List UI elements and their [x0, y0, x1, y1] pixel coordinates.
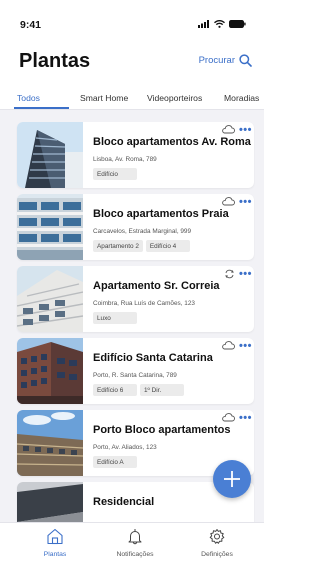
building-thumbnail [17, 410, 83, 476]
building-thumbnail [17, 482, 83, 525]
battery-icon [229, 20, 246, 28]
card-icons: ••• [221, 340, 252, 351]
cloud-icon [222, 413, 235, 422]
plant-card[interactable]: Bloco apartamentos Av. Roma Lisboa, Av. … [17, 122, 254, 188]
page-title: Plantas [19, 50, 91, 72]
card-address: Lisboa, Av. Roma, 789 [93, 156, 157, 163]
search-label: Procurar [198, 55, 235, 66]
more-options-icon[interactable]: ••• [239, 340, 252, 351]
card-title: Bloco apartamentos Av. Roma [93, 136, 251, 148]
plant-card[interactable]: Apartamento Sr. Correia Coimbra, Rua Luí… [17, 266, 254, 332]
search-button[interactable]: Procurar [199, 54, 252, 67]
card-tag: Edifício [93, 168, 137, 180]
gear-icon [209, 529, 225, 544]
tab-videoporteiros[interactable]: Videoporteiros [147, 93, 202, 103]
bottom-navigation: Plantas Notificações Definições [0, 522, 264, 561]
card-tag: Edifício 4 [145, 240, 190, 252]
card-title: Residencial [93, 496, 155, 508]
category-tabs: Todos Smart Home Videoporteiros Moradias [0, 84, 264, 110]
more-options-icon[interactable]: ••• [239, 412, 252, 423]
card-address: Carcavelos, Estrada Marginal, 999 [93, 228, 192, 235]
cloud-icon [222, 197, 235, 206]
card-tag: Edifício A [93, 456, 137, 468]
building-thumbnail [17, 266, 83, 332]
card-tag: Edifício 6 [93, 384, 137, 396]
app-screen: 9:41 Plantas Procurar Todos Smart Home V… [0, 0, 264, 561]
status-icons [198, 20, 246, 28]
card-icons: ••• [221, 412, 252, 423]
plus-icon [224, 471, 240, 487]
cloud-icon [222, 341, 235, 350]
card-tag: Apartamento 2 [93, 240, 143, 252]
header: Plantas Procurar [0, 36, 264, 84]
cloud-icon [222, 125, 235, 134]
plant-card[interactable]: Bloco apartamentos Praia Carcavelos, Est… [17, 194, 254, 260]
card-tags: Edifício A [93, 456, 137, 468]
nav-label: Definições [201, 551, 233, 558]
wifi-icon [214, 20, 225, 28]
sync-icon [225, 269, 234, 279]
more-options-icon[interactable]: ••• [239, 124, 252, 135]
card-tags: Edifício [93, 168, 137, 180]
nav-label: Notificações [116, 551, 154, 558]
card-tags: Apartamento 2 Edifício 4 [93, 240, 190, 252]
card-address: Porto, Av. Aliados, 123 [93, 444, 157, 451]
card-tags: Edifício 6 1º Dir. [93, 384, 184, 396]
signal-icon [198, 20, 209, 28]
card-address: Coimbra, Rua Luís de Camões, 123 [93, 300, 195, 307]
card-tag: 1º Dir. [140, 384, 184, 396]
card-title: Edifício Santa Catarina [93, 352, 213, 364]
active-tab-indicator [14, 107, 69, 109]
building-thumbnail [17, 194, 83, 260]
tab-todos[interactable]: Todos [17, 93, 40, 103]
tab-smart-home[interactable]: Smart Home [80, 93, 128, 103]
card-icons: ••• [224, 269, 252, 280]
card-title: Apartamento Sr. Correia [93, 280, 220, 292]
card-title: Bloco apartamentos Praia [93, 208, 229, 220]
status-time: 9:41 [20, 19, 42, 31]
nav-plantas[interactable]: Plantas [20, 528, 90, 558]
card-tags: Luxo [93, 312, 137, 324]
card-title: Porto Bloco apartamentos [93, 424, 231, 436]
plant-card[interactable]: Edifício Santa Catarina Porto, R. Santa … [17, 338, 254, 404]
tab-moradias[interactable]: Moradias [224, 93, 259, 103]
nav-definicoes[interactable]: Definições [182, 528, 252, 558]
more-options-icon[interactable]: ••• [239, 269, 252, 280]
bell-icon [128, 529, 142, 545]
nav-notificacoes[interactable]: Notificações [100, 528, 170, 558]
add-plant-button[interactable] [213, 460, 251, 498]
more-options-icon[interactable]: ••• [239, 196, 252, 207]
card-icons: ••• [221, 196, 252, 207]
home-icon [47, 528, 63, 545]
card-address: Porto, R. Santa Catarina, 789 [93, 372, 177, 379]
building-thumbnail [17, 122, 83, 188]
nav-label: Plantas [43, 551, 67, 558]
card-tag: Luxo [93, 312, 137, 324]
card-icons: ••• [221, 124, 252, 135]
status-bar: 9:41 [0, 0, 264, 36]
search-icon [239, 54, 252, 67]
building-thumbnail [17, 338, 83, 404]
